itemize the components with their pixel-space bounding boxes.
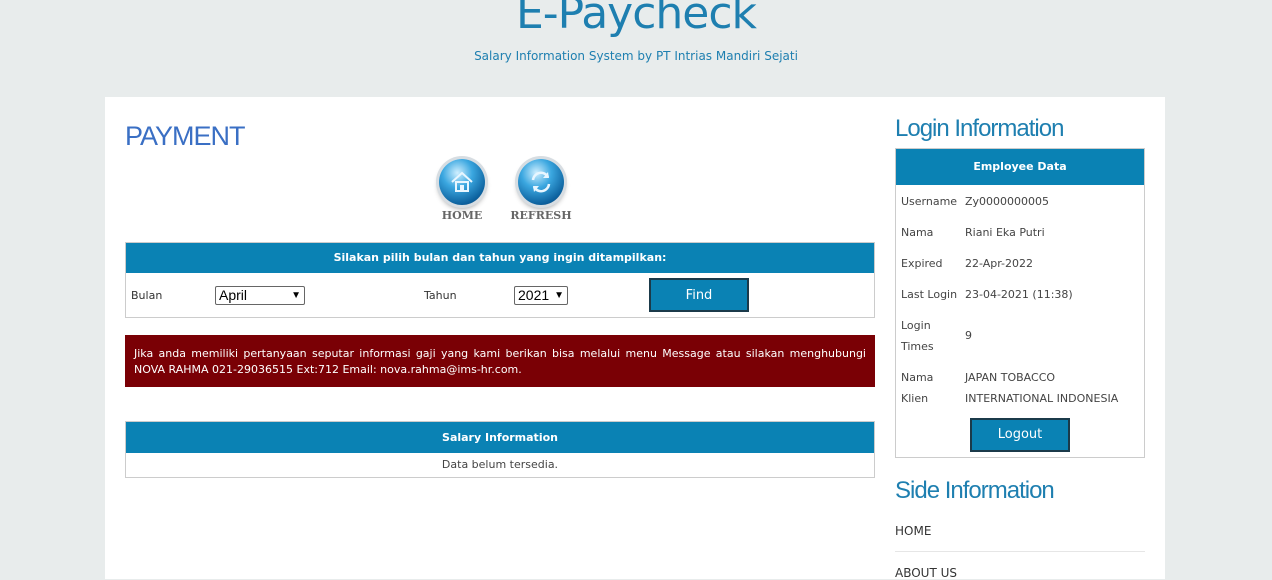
refresh-label: REFRESH xyxy=(510,209,572,222)
info-value: Riani Eka Putri xyxy=(965,226,1045,239)
refresh-button[interactable]: REFRESH xyxy=(506,159,576,225)
filter-header: Silakan pilih bulan dan tahun yang ingin… xyxy=(126,243,874,273)
logout-button[interactable]: Logout xyxy=(970,418,1070,452)
find-button[interactable]: Find xyxy=(649,278,749,312)
page-title: PAYMENT xyxy=(125,121,246,151)
salary-header: Salary Information xyxy=(126,422,874,453)
period-filter: Silakan pilih bulan dan tahun yang ingin… xyxy=(125,242,875,318)
login-info-panel: Employee Data Username Zy0000000005 Nama… xyxy=(895,148,1145,458)
employee-data-header: Employee Data xyxy=(896,149,1144,185)
info-key: Expired xyxy=(901,257,943,270)
side-info-heading: Side Information xyxy=(895,477,1055,504)
home-label: HOME xyxy=(441,209,483,222)
contact-alert: Jika anda memiliki pertanyaan seputar in… xyxy=(125,335,875,387)
refresh-icon xyxy=(518,159,564,205)
month-select[interactable]: April ▼ xyxy=(215,286,305,305)
site-title: E-Paycheck xyxy=(515,0,757,39)
info-key: Last Login xyxy=(901,288,958,301)
info-key: Nama Klien xyxy=(901,371,934,405)
year-select-value: 2021 xyxy=(518,287,550,303)
info-value: 23-04-2021 (11:38) xyxy=(965,288,1073,301)
side-link-home[interactable]: HOME xyxy=(895,524,931,538)
chevron-down-icon: ▼ xyxy=(554,290,564,301)
side-link-about-us[interactable]: ABOUT US xyxy=(895,566,957,580)
salary-information-panel: Salary Information Data belum tersedia. xyxy=(125,421,875,478)
salary-empty-text: Data belum tersedia. xyxy=(441,458,559,471)
year-label: Tahun xyxy=(424,289,457,302)
home-icon xyxy=(439,159,485,205)
chevron-down-icon: ▼ xyxy=(291,290,301,301)
info-value: 9 xyxy=(965,329,972,342)
login-info-heading: Login Information xyxy=(895,115,1064,142)
info-value: 22-Apr-2022 xyxy=(965,257,1034,270)
info-value: JAPAN TOBACCO INTERNATIONAL INDONESIA xyxy=(965,371,1119,405)
home-button[interactable]: HOME xyxy=(427,159,497,225)
info-key: Username xyxy=(901,195,958,208)
info-key: Nama xyxy=(901,226,934,239)
year-select[interactable]: 2021 ▼ xyxy=(514,286,568,305)
divider xyxy=(895,551,1145,552)
info-value: Zy0000000005 xyxy=(965,195,1050,208)
site-subtitle: Salary Information System by PT Intrias … xyxy=(474,49,798,63)
content-card: PAYMENT HOME REFRESH Silakan pilih bulan… xyxy=(105,97,1165,580)
month-select-value: April xyxy=(219,287,248,303)
month-label: Bulan xyxy=(131,289,163,302)
info-key: Login Times xyxy=(901,319,934,353)
